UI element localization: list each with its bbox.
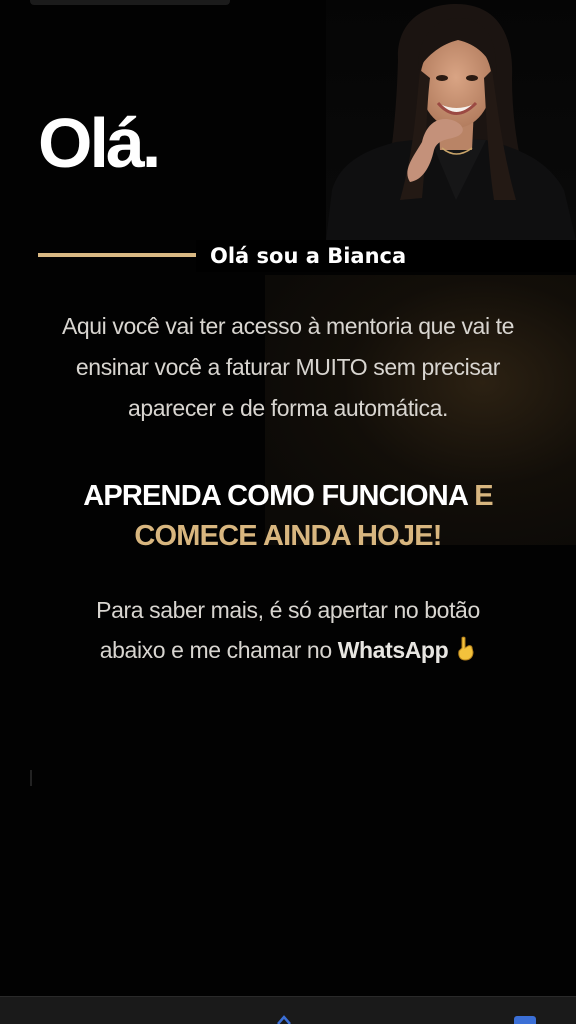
- more-line: abaixo e me chamar no WhatsApp: [20, 630, 556, 670]
- top-status-edge: [30, 0, 230, 5]
- intro-line: aparecer e de forma automática.: [128, 395, 448, 421]
- greeting-heading: Olá.: [38, 104, 161, 182]
- side-mark: [30, 770, 32, 786]
- screen: Olá. Olá sou a Bianca Aqui você vai ter …: [0, 0, 576, 1024]
- more-info-text: Para saber mais, é só apertar no botão a…: [20, 590, 556, 670]
- tabs-icon[interactable]: [514, 1016, 536, 1024]
- cta-line-2: COMECE AINDA HOJE!: [134, 520, 442, 552]
- intro-line: ensinar você a faturar MUITO sem precisa…: [75, 354, 501, 380]
- up-arrow-icon[interactable]: [276, 1014, 292, 1024]
- presenter-photo: [326, 0, 576, 240]
- more-line-prefix: abaixo e me chamar no: [99, 637, 338, 663]
- intro-text: Aqui você vai ter acesso à mentoria que …: [20, 306, 556, 429]
- cta-gold-text: E: [474, 480, 493, 512]
- gold-divider-line: [38, 253, 196, 257]
- cta-line-1: APRENDA COMO FUNCIONA E: [20, 476, 556, 516]
- pointing-down-hand-icon: [458, 636, 474, 661]
- more-line: Para saber mais, é só apertar no botão: [96, 597, 480, 623]
- intro-line: Aqui você vai ter acesso à mentoria que …: [61, 313, 515, 339]
- name-label: Olá sou a Bianca: [210, 244, 407, 268]
- call-to-action-heading: APRENDA COMO FUNCIONA E COMECE AINDA HOJ…: [20, 476, 556, 556]
- whatsapp-label: WhatsApp: [337, 637, 449, 663]
- cta-white-text: APRENDA COMO FUNCIONA: [83, 480, 475, 512]
